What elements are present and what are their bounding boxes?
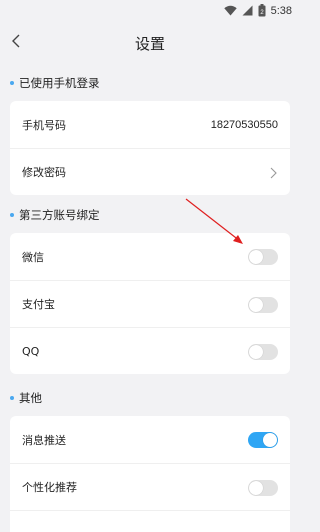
battery-icon: 2: [258, 4, 266, 17]
third-party-card: 微信 支付宝 QQ: [10, 233, 290, 374]
alipay-toggle[interactable]: [248, 297, 278, 313]
section-login-title: 已使用手机登录: [19, 76, 100, 90]
annotation-arrow-icon: [185, 198, 243, 244]
section-other-title: 其他: [19, 391, 42, 405]
push-label: 消息推送: [22, 433, 66, 447]
alipay-row: 支付宝: [10, 280, 290, 327]
toggle-knob: [263, 433, 277, 447]
status-bar: 2 5:38: [0, 0, 300, 22]
phone-row: 手机号码 18270530550: [10, 101, 290, 148]
section-third-party-header: 第三方账号绑定: [10, 205, 100, 225]
signal-icon: [242, 5, 253, 16]
page-title: 设置: [134, 35, 165, 53]
wechat-toggle[interactable]: [248, 249, 278, 265]
header: 设置: [0, 22, 300, 62]
alipay-label: 支付宝: [22, 298, 55, 311]
toggle-knob: [249, 345, 263, 359]
change-password-label: 修改密码: [22, 166, 66, 179]
personalized-toggle[interactable]: [248, 480, 278, 496]
change-password-row[interactable]: 修改密码: [10, 148, 290, 195]
wifi-icon: [223, 5, 237, 16]
personalized-row: 个性化推荐: [10, 463, 290, 510]
chevron-right-icon: [270, 167, 277, 179]
settings-screen: 2 5:38 设置 已使用手机登录 手机号码 18270530550 修改密码 …: [0, 0, 300, 532]
section-dot-icon: [10, 81, 14, 85]
other-card: 消息推送 个性化推荐: [10, 416, 290, 532]
toggle-knob: [249, 481, 263, 495]
personalized-label: 个性化推荐: [22, 481, 77, 494]
login-card: 手机号码 18270530550 修改密码: [10, 101, 290, 195]
section-other-header: 其他: [10, 388, 42, 408]
section-login-header: 已使用手机登录: [10, 73, 100, 93]
qq-row: QQ: [10, 327, 290, 374]
qq-toggle[interactable]: [248, 344, 278, 360]
status-time: 5:38: [270, 4, 292, 17]
section-dot-icon: [10, 396, 14, 400]
phone-label: 手机号码: [22, 118, 66, 132]
qq-label: QQ: [22, 344, 40, 358]
toggle-knob: [249, 298, 263, 312]
push-row: 消息推送: [10, 416, 290, 463]
wechat-label: 微信: [22, 250, 44, 264]
toggle-knob: [249, 250, 263, 264]
section-dot-icon: [10, 213, 14, 217]
section-third-party-title: 第三方账号绑定: [19, 208, 100, 222]
more-row-cut-off: [10, 510, 290, 532]
push-toggle[interactable]: [248, 432, 278, 448]
phone-value: 18270530550: [210, 118, 278, 131]
